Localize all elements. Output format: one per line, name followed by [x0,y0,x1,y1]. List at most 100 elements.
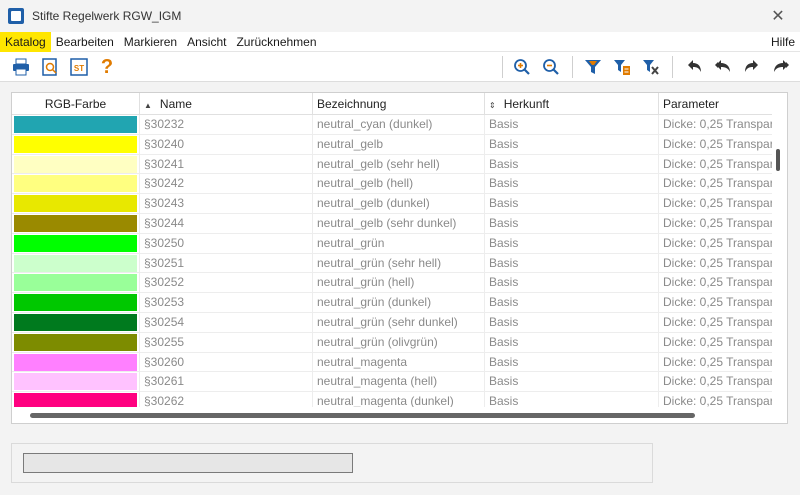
parameter-cell[interactable]: Dicke: 0,25 Transpar [659,194,772,213]
zoom-out-icon[interactable] [540,56,562,78]
redo-all-icon[interactable] [770,56,792,78]
bezeichnung-cell[interactable]: neutral_grün (sehr dunkel) [313,312,485,332]
parameter-cell[interactable]: Dicke: 0,25 Transpar [659,293,772,312]
rgb-color-cell[interactable] [12,213,140,233]
bezeichnung-cell[interactable]: neutral_gelb [313,134,485,154]
parameter-cell[interactable]: Dicke: 0,25 Transpar [659,174,772,193]
print-icon[interactable] [10,56,32,78]
rgb-color-cell[interactable] [12,293,140,313]
name-cell[interactable]: §30262 [140,392,313,407]
bezeichnung-cell[interactable]: neutral_grün (dunkel) [313,293,485,313]
stats-icon[interactable]: ST [68,56,90,78]
herkunft-cell[interactable]: Basis [485,293,659,313]
menu-hilfe[interactable]: Hilfe [771,32,795,52]
herkunft-cell[interactable]: Basis [485,352,659,372]
parameter-cell[interactable]: Dicke: 0,25 Transpar [659,214,772,233]
herkunft-cell[interactable]: Basis [485,392,659,407]
rgb-color-cell[interactable] [12,134,140,154]
name-cell[interactable]: §30240 [140,134,313,154]
bezeichnung-cell[interactable]: neutral_magenta [313,352,485,372]
column-header-name[interactable]: ▲ Name [140,93,313,115]
print-preview-icon[interactable] [39,56,61,78]
name-cell[interactable]: §30253 [140,293,313,313]
name-cell[interactable]: §30260 [140,352,313,372]
herkunft-cell[interactable]: Basis [485,213,659,233]
bezeichnung-cell[interactable]: neutral_grün [313,233,485,253]
table-row[interactable]: §30252 neutral_grün (hell) Basis Dicke: 0,2… [12,273,772,294]
table-row[interactable]: §30250 neutral_grün Basis Dicke: 0,25 Trans… [12,233,772,254]
filter-remove-icon[interactable] [640,56,662,78]
table-row[interactable]: §30241 neutral_gelb (sehr hell) Basis Dicke… [12,154,772,175]
name-cell[interactable]: §30241 [140,154,313,174]
herkunft-cell[interactable]: Basis [485,372,659,392]
menu-ansicht[interactable]: Ansicht [182,32,231,52]
rgb-color-cell[interactable] [12,233,140,253]
table-row[interactable]: §30262 neutral_magenta (dunkel) Basis Dicke… [12,392,772,407]
name-cell[interactable]: §30251 [140,253,313,273]
parameter-cell[interactable]: Dicke: 0,25 Transpar [659,273,772,292]
table-row[interactable]: §30232 neutral_cyan (dunkel) Basis Dicke: 0… [12,115,772,135]
table-row[interactable]: §30242 neutral_gelb (hell) Basis Dicke: 0,2… [12,174,772,195]
bezeichnung-cell[interactable]: neutral_gelb (hell) [313,174,485,194]
table-row[interactable]: §30254 neutral_grün (sehr dunkel) Basis Dic… [12,312,772,333]
name-cell[interactable]: §30242 [140,174,313,194]
table-row[interactable]: §30253 neutral_grün (dunkel) Basis Dicke: 0… [12,293,772,313]
table-row[interactable]: §30240 neutral_gelb Basis Dicke: 0,25 Trans… [12,134,772,155]
rgb-color-cell[interactable] [12,154,140,174]
bezeichnung-cell[interactable]: neutral_gelb (sehr hell) [313,154,485,174]
parameter-cell[interactable]: Dicke: 0,25 Transpar [659,372,772,391]
herkunft-cell[interactable]: Basis [485,194,659,214]
menu-markieren[interactable]: Markieren [119,32,182,52]
vertical-scroll-thumb[interactable] [776,149,780,171]
herkunft-cell[interactable]: Basis [485,174,659,194]
parameter-cell[interactable]: Dicke: 0,25 Transpar [659,234,772,253]
rgb-color-cell[interactable] [12,392,140,407]
rgb-color-cell[interactable] [12,253,140,273]
undo-icon[interactable] [683,56,705,78]
bezeichnung-cell[interactable]: neutral_grün (hell) [313,273,485,293]
vertical-scrollbar[interactable] [773,115,783,407]
bezeichnung-cell[interactable]: neutral_gelb (sehr dunkel) [313,213,485,233]
rgb-color-cell[interactable] [12,352,140,372]
rgb-color-cell[interactable] [12,312,140,332]
bezeichnung-cell[interactable]: neutral_gelb (dunkel) [313,194,485,214]
name-cell[interactable]: §30261 [140,372,313,392]
menu-bearbeiten[interactable]: Bearbeiten [51,32,119,52]
herkunft-cell[interactable]: Basis [485,332,659,352]
herkunft-cell[interactable]: Basis [485,253,659,273]
table-row[interactable]: §30255 neutral_grün (olivgrün) Basis Dicke:… [12,332,772,353]
herkunft-cell[interactable]: Basis [485,115,659,134]
filter-edit-icon[interactable] [611,56,633,78]
name-cell[interactable]: §30252 [140,273,313,293]
table-row[interactable]: §30251 neutral_grün (sehr hell) Basis Dicke… [12,253,772,274]
horizontal-scroll-thumb[interactable] [30,413,695,418]
horizontal-scrollbar[interactable] [12,407,772,423]
bezeichnung-cell[interactable]: neutral_magenta (hell) [313,372,485,392]
column-header-bezeichnung[interactable]: Bezeichnung [313,93,485,115]
parameter-cell[interactable]: Dicke: 0,25 Transpar [659,155,772,174]
herkunft-cell[interactable]: Basis [485,134,659,154]
bezeichnung-cell[interactable]: neutral_grün (olivgrün) [313,332,485,352]
rgb-color-cell[interactable] [12,332,140,352]
parameter-cell[interactable]: Dicke: 0,25 Transpar [659,115,772,134]
rgb-color-cell[interactable] [12,273,140,293]
parameter-cell[interactable]: Dicke: 0,25 Transpar [659,333,772,352]
name-cell[interactable]: §30254 [140,312,313,332]
bezeichnung-cell[interactable]: neutral_magenta (dunkel) [313,392,485,407]
column-header-herkunft[interactable]: ⇕ Herkunft [485,93,659,115]
name-cell[interactable]: §30250 [140,233,313,253]
name-cell[interactable]: §30244 [140,213,313,233]
undo-all-icon[interactable] [712,56,734,78]
herkunft-cell[interactable]: Basis [485,312,659,332]
bezeichnung-cell[interactable]: neutral_grün (sehr hell) [313,253,485,273]
herkunft-cell[interactable]: Basis [485,273,659,293]
help-icon[interactable]: ? [96,56,118,78]
close-button[interactable]: ✕ [756,0,800,32]
table-row[interactable]: §30261 neutral_magenta (hell) Basis Dicke: … [12,372,772,393]
name-cell[interactable]: §30255 [140,332,313,352]
table-row[interactable]: §30260 neutral_magenta Basis Dicke: 0,25 Tr… [12,352,772,373]
parameter-cell[interactable]: Dicke: 0,25 Transpar [659,313,772,332]
rgb-color-cell[interactable] [12,372,140,392]
menu-zuruecknehmen[interactable]: Zurücknehmen [231,32,321,52]
redo-icon[interactable] [741,56,763,78]
